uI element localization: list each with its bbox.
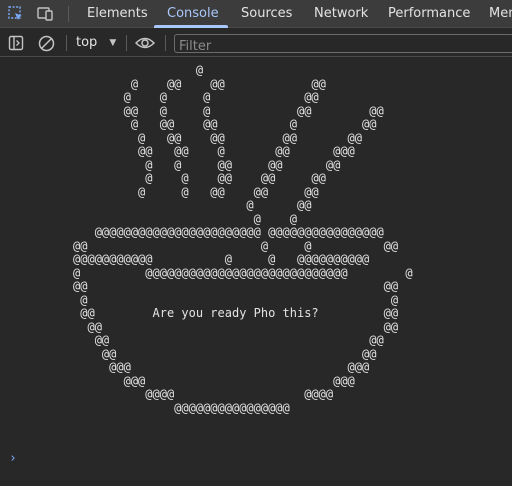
clear-console-icon[interactable] — [36, 33, 56, 53]
tab-performance[interactable]: Performance — [388, 0, 470, 28]
filter-box — [174, 34, 512, 55]
console-ascii-art-message: @ @ @@ @@ @@ @ @ @ @@ @@ @ @ @@ @@ @ @@ … — [73, 63, 413, 415]
tab-elements[interactable]: Elements — [87, 0, 148, 28]
toolbar-divider — [126, 35, 127, 51]
context-selector[interactable]: top ▼ — [76, 33, 116, 53]
devtools-tab-bar: Elements Console Sources Network Perform… — [0, 0, 512, 28]
sidebar-toggle-icon[interactable] — [6, 33, 26, 53]
tab-network[interactable]: Network — [314, 0, 368, 28]
caret-down-icon: ▼ — [109, 38, 117, 48]
live-expression-eye-icon[interactable] — [135, 33, 155, 53]
context-selector-label: top — [76, 35, 98, 50]
active-tab-indicator — [154, 25, 228, 28]
tab-console[interactable]: Console — [167, 0, 219, 28]
tab-sources[interactable]: Sources — [241, 0, 292, 28]
inspect-element-icon[interactable] — [6, 4, 26, 24]
toolbar-divider — [68, 6, 69, 22]
tab-memory[interactable]: Mem — [489, 0, 512, 28]
console-output: @ @ @@ @@ @@ @ @ @ @@ @@ @ @ @@ @@ @ @@ … — [0, 58, 512, 444]
console-toolbar: top ▼ — [0, 29, 512, 57]
device-toolbar-icon[interactable] — [35, 4, 55, 24]
toolbar-divider — [165, 35, 166, 51]
toolbar-divider — [66, 35, 67, 51]
console-prompt[interactable]: › — [9, 451, 17, 466]
filter-input[interactable] — [175, 38, 499, 55]
